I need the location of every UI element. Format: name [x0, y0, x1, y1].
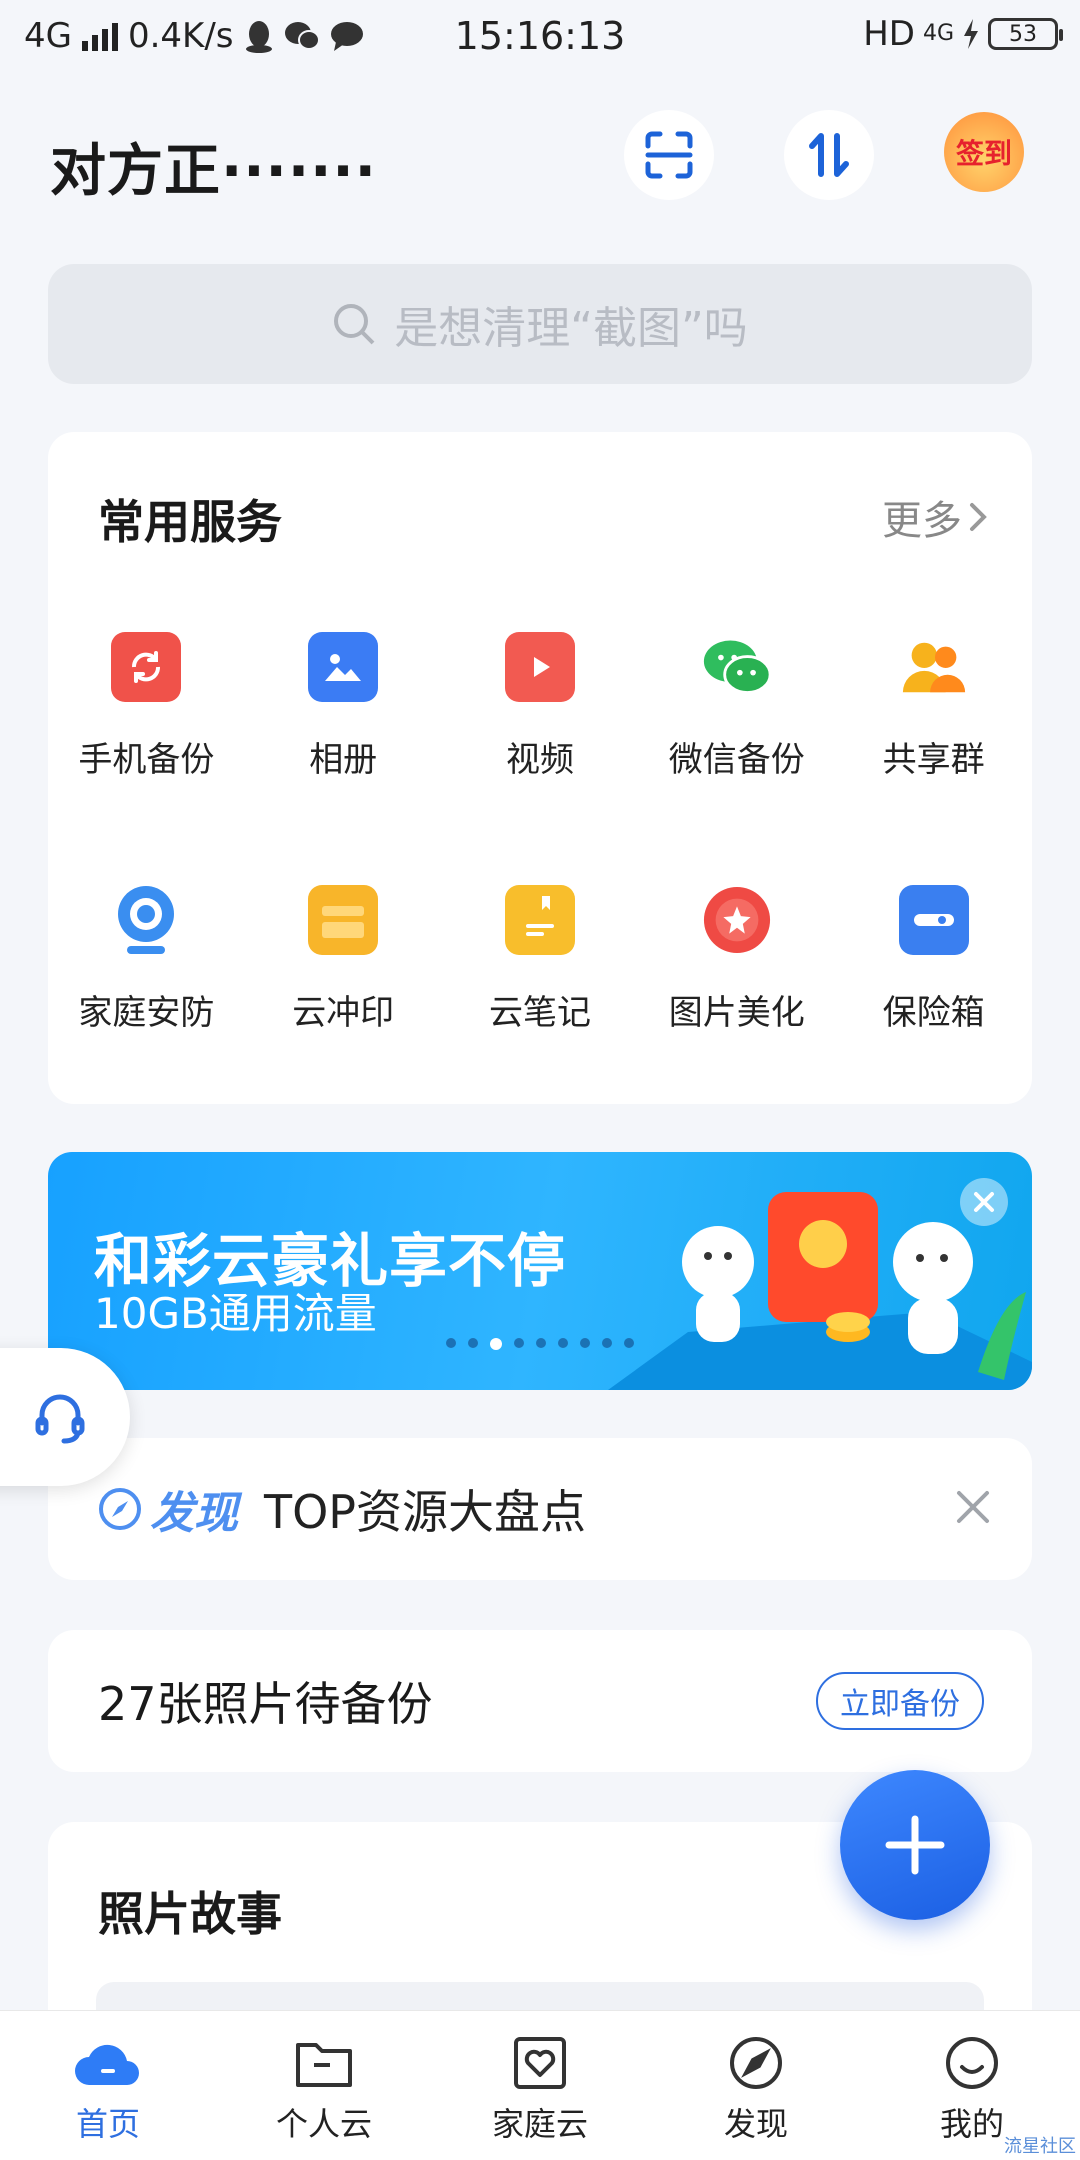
- chevron-right-icon: [970, 503, 987, 531]
- nav-label: 个人云: [275, 2105, 372, 2143]
- backup-now-button[interactable]: 立即备份: [816, 1672, 984, 1730]
- beautify-icon: [702, 885, 772, 955]
- search-icon: [334, 304, 375, 345]
- service-video[interactable]: 视频: [442, 632, 639, 781]
- banner-close-button[interactable]: [960, 1178, 1008, 1226]
- carousel-dot: [536, 1338, 546, 1348]
- home-cloud-icon: [75, 2044, 139, 2085]
- backup-card: 27张照片待备份 立即备份: [48, 1630, 1032, 1772]
- carousel-dot: [580, 1338, 590, 1348]
- service-cloud-print[interactable]: 云冲印: [245, 885, 442, 1034]
- charging-icon: [964, 19, 978, 49]
- nav-label: 首页: [75, 2105, 140, 2143]
- story-title: 照片故事: [98, 1887, 282, 1941]
- service-label: 云笔记: [488, 993, 591, 1033]
- service-label: 保险箱: [882, 993, 985, 1033]
- transfer-icon: [809, 133, 849, 177]
- checkin-button[interactable]: 签到: [944, 112, 1024, 192]
- transfer-button[interactable]: [784, 110, 874, 200]
- phone-backup-icon: [111, 632, 182, 702]
- service-label: 家庭安防: [78, 993, 215, 1033]
- carousel-dot: [446, 1338, 456, 1348]
- common-services-card: 常用服务 更多 手机备份 相册 视频 微信备份 共享群 家庭安防 云冲印 云笔记…: [48, 432, 1032, 1104]
- scan-button[interactable]: [624, 110, 714, 200]
- nav-discover[interactable]: 发现: [648, 2011, 864, 2160]
- wechat-icon: [702, 632, 772, 702]
- battery-level: 53: [1009, 21, 1037, 47]
- nav-label: 发现: [723, 2105, 788, 2143]
- promo-banner[interactable]: 和彩云豪礼享不停 10GB通用流量: [48, 1152, 1032, 1390]
- folder-icon: [296, 2043, 352, 2087]
- note-icon: [504, 885, 575, 955]
- service-label: 手机备份: [78, 740, 215, 780]
- close-icon: [974, 1192, 994, 1212]
- service-album[interactable]: 相册: [245, 632, 442, 781]
- nav-label: 我的: [939, 2105, 1004, 2143]
- service-cloud-note[interactable]: 云笔记: [442, 885, 639, 1034]
- backup-text: 27张照片待备份: [98, 1677, 433, 1731]
- video-icon: [504, 632, 575, 702]
- service-safe-box[interactable]: 保险箱: [835, 885, 1032, 1034]
- service-share-group[interactable]: 共享群: [835, 632, 1032, 781]
- battery-indicator: 53: [988, 18, 1063, 50]
- service-phone-backup[interactable]: 手机备份: [48, 632, 245, 781]
- service-label: 相册: [309, 740, 378, 780]
- status-bar: 4G 0.4K/s 15:16:13 HD 4G 53: [0, 0, 1080, 76]
- carousel-dot: [514, 1338, 524, 1348]
- checkin-label: 签到: [955, 137, 1012, 170]
- banner-subtitle: 10GB通用流量: [94, 1289, 377, 1338]
- page-title: 对方正·······: [50, 139, 377, 204]
- headset-icon: [35, 1394, 85, 1444]
- plus-icon: [885, 1815, 945, 1875]
- service-label: 共享群: [882, 740, 985, 780]
- smile-icon: [946, 2037, 998, 2089]
- service-label: 微信备份: [668, 740, 805, 780]
- camera-icon: [111, 885, 181, 955]
- discover-close-button[interactable]: [956, 1484, 990, 1535]
- nav-home[interactable]: 首页: [0, 2011, 216, 2160]
- carousel-dots: [446, 1338, 634, 1350]
- nav-personal-cloud[interactable]: 个人云: [216, 2011, 432, 2160]
- safe-icon: [898, 885, 969, 955]
- compass-icon: [99, 1488, 141, 1530]
- more-link[interactable]: 更多: [882, 488, 988, 546]
- status-right: HD 4G 53: [863, 14, 1063, 54]
- family-heart-icon: [514, 2037, 566, 2089]
- service-label: 视频: [505, 740, 574, 780]
- discover-tag-label: 发现: [150, 1488, 238, 1539]
- nav-label: 家庭云: [491, 2105, 588, 2143]
- search-placeholder: 是想清理“截图”吗: [394, 303, 748, 354]
- discover-card[interactable]: 发现 TOP资源大盘点: [48, 1438, 1032, 1580]
- service-home-security[interactable]: 家庭安防: [48, 885, 245, 1034]
- carousel-dot-active: [490, 1338, 502, 1350]
- bottom-nav: 首页 个人云 家庭云 发现 我的: [0, 2010, 1080, 2160]
- carousel-dot: [558, 1338, 568, 1348]
- network-right: 4G: [922, 21, 954, 46]
- service-wechat-backup[interactable]: 微信备份: [638, 632, 835, 781]
- more-label: 更多: [882, 498, 962, 544]
- album-icon: [308, 632, 379, 702]
- service-label: 云冲印: [292, 993, 395, 1033]
- print-icon: [308, 885, 379, 955]
- service-beautify[interactable]: 图片美化: [638, 885, 835, 1034]
- add-button[interactable]: [840, 1770, 990, 1920]
- share-group-icon: [899, 632, 969, 702]
- hd-indicator: HD: [863, 14, 915, 54]
- search-bar[interactable]: 是想清理“截图”吗: [48, 264, 1032, 384]
- carousel-dot: [468, 1338, 478, 1348]
- scan-icon: [645, 131, 693, 179]
- nav-family-cloud[interactable]: 家庭云: [432, 2011, 648, 2160]
- watermark: 流星社区: [1004, 2136, 1076, 2157]
- services-grid: 手机备份 相册 视频 微信备份 共享群 家庭安防 云冲印 云笔记 图片美化 保险…: [48, 632, 1032, 1034]
- compass-icon: [730, 2037, 782, 2089]
- discover-text: TOP资源大盘点: [264, 1485, 587, 1539]
- close-icon: [957, 1491, 989, 1523]
- service-label: 图片美化: [668, 993, 805, 1033]
- carousel-dot: [624, 1338, 634, 1348]
- services-title: 常用服务: [98, 495, 282, 549]
- carousel-dot: [602, 1338, 612, 1348]
- discover-tag: 发现: [98, 1477, 238, 1541]
